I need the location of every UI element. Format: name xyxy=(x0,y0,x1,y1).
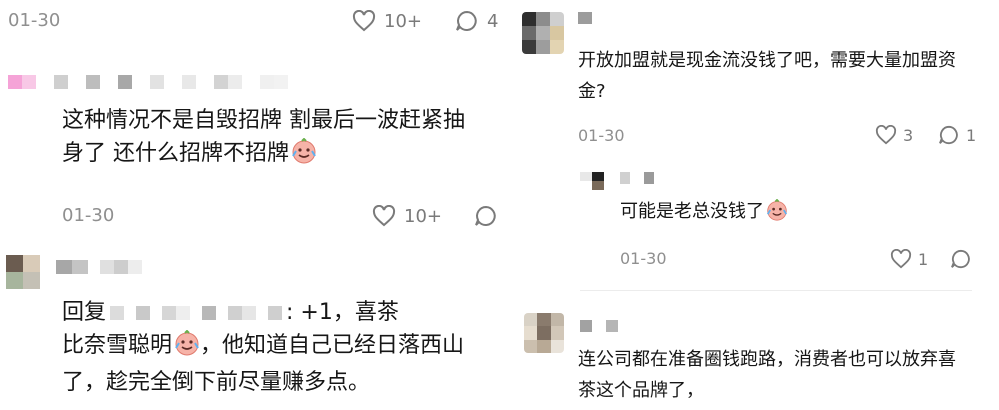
user-avatar[interactable] xyxy=(524,313,564,353)
reply-text: 可能是老总没钱了 xyxy=(620,196,980,231)
comment-text-line: 茶这个品牌了， xyxy=(578,380,704,401)
comment-text-line: 金? xyxy=(578,81,606,102)
comment-date: 01-30 xyxy=(8,10,61,31)
comment-date: 01-30 xyxy=(62,205,115,226)
comment-bubble-icon xyxy=(939,125,958,145)
reply-text: : +1，喜茶 xyxy=(286,300,399,325)
reply-date: 01-30 xyxy=(620,249,667,268)
comment-text: 开放加盟就是现金流没钱了吧，需要大量加盟资 金? xyxy=(578,45,990,107)
reply-button[interactable]: 1 xyxy=(938,125,976,145)
like-count: 3 xyxy=(903,125,914,145)
reply-button[interactable] xyxy=(474,205,498,227)
reply-text: ，他知道自己已经日落西山 xyxy=(200,333,465,358)
reply-prefix: 回复 xyxy=(62,300,107,325)
like-count: 10+ xyxy=(404,205,442,227)
heart-icon xyxy=(372,205,396,227)
reply-count: 4 xyxy=(487,10,499,32)
comment-text-line: 身了 还什么招牌不招牌 xyxy=(62,137,502,174)
comment-text: 连公司都在准备圈钱跑路，消费者也可以放弃喜 茶这个品牌了， xyxy=(578,344,990,406)
comment-text-line: 身了 还什么招牌不招牌 xyxy=(62,141,289,166)
reply-count: 1 xyxy=(966,125,977,145)
like-button[interactable]: 1 xyxy=(890,249,928,269)
like-count: 1 xyxy=(918,249,929,269)
like-button[interactable]: 10+ xyxy=(372,205,442,227)
heart-icon xyxy=(890,249,912,269)
reply-text: 比奈雪聪明 xyxy=(62,333,173,358)
reply-text: 可能是老总没钱了 xyxy=(620,201,764,222)
comment-bubble-icon xyxy=(456,10,477,31)
comment-text-line: 连公司都在准备圈钱跑路，消费者也可以放弃喜 xyxy=(578,349,956,370)
reply-comment-text: 回复 : +1，喜茶 比奈雪聪明 ，他知道自己已经日落西山 了，趁完全倒下前尽量… xyxy=(62,296,502,399)
username-mosaic[interactable] xyxy=(56,260,142,274)
comment-bubble-icon xyxy=(475,205,496,226)
section-divider xyxy=(580,290,972,291)
left-comment-panel: 01-30 10+ 4 这种情况不是自毁招牌 割最后一波赶紧抽 身了 还什么招牌… xyxy=(0,0,510,410)
comment-text-line: 开放加盟就是现金流没钱了吧，需要大量加盟资 xyxy=(578,50,956,71)
heart-icon xyxy=(875,125,897,145)
reply-target-mosaic[interactable] xyxy=(110,305,283,320)
username-mosaic[interactable] xyxy=(8,75,288,89)
crying-laugh-emoji-icon xyxy=(174,329,200,366)
heart-icon xyxy=(352,10,376,32)
comment-bubble-icon xyxy=(951,249,970,269)
crying-laugh-emoji-icon xyxy=(291,137,317,174)
right-comment-panel: 开放加盟就是现金流没钱了吧，需要大量加盟资 金? 01-30 3 1 可能是老总… xyxy=(510,0,999,410)
username-mosaic[interactable] xyxy=(580,320,618,332)
reply-button[interactable] xyxy=(950,249,972,269)
comment-text-line: 这种情况不是自毁招牌 割最后一波赶紧抽 xyxy=(62,108,465,133)
crying-laugh-emoji-icon xyxy=(766,198,788,231)
reply-button[interactable]: 4 xyxy=(455,10,498,32)
like-button[interactable]: 10+ xyxy=(352,10,422,32)
user-avatar[interactable] xyxy=(6,255,40,289)
user-avatar[interactable] xyxy=(580,172,604,190)
like-count: 10+ xyxy=(384,10,422,32)
comment-date: 01-30 xyxy=(578,126,625,145)
user-avatar[interactable] xyxy=(522,12,564,54)
username-mosaic[interactable] xyxy=(578,12,592,24)
comment-text: 这种情况不是自毁招牌 割最后一波赶紧抽 身了 还什么招牌不招牌 xyxy=(62,104,502,174)
reply-text: 了，趁完全倒下前尽量赚多点。 xyxy=(62,370,371,395)
username-mosaic[interactable] xyxy=(620,172,654,184)
like-button[interactable]: 3 xyxy=(875,125,913,145)
